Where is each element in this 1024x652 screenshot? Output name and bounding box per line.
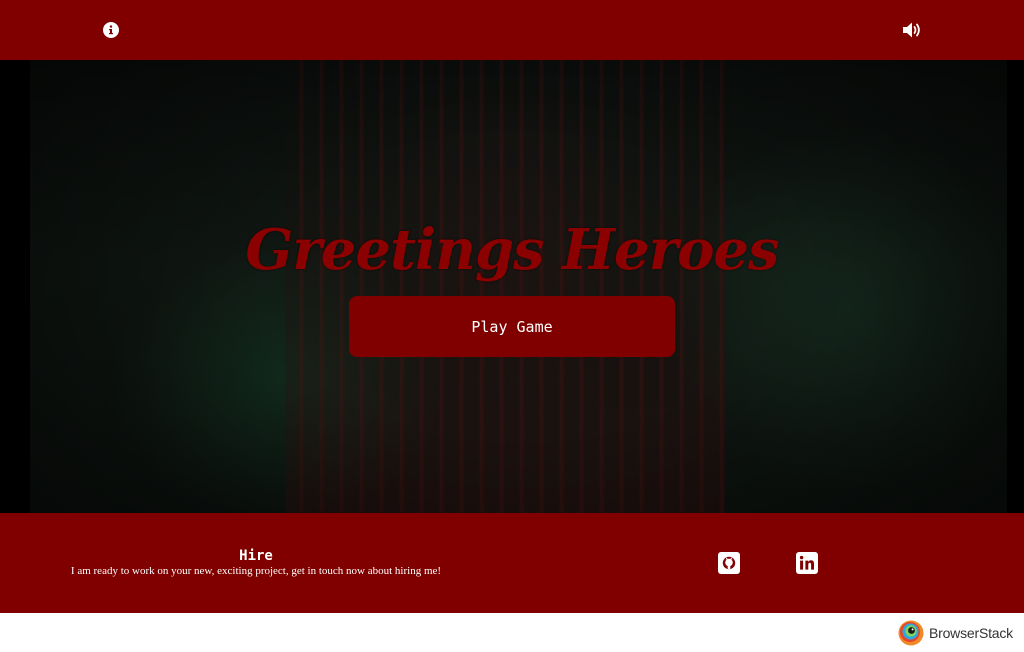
github-icon [718,552,740,574]
info-circle-icon [103,22,119,38]
sound-toggle-button[interactable] [901,19,923,41]
volume-up-icon [903,22,920,38]
github-link[interactable] [718,552,740,574]
play-game-button[interactable]: Play Game [349,296,675,357]
hire-text: I am ready to work on your new, exciting… [70,565,442,577]
browserstack-logo: BrowserStack [898,620,1013,646]
linkedin-link[interactable] [796,552,818,574]
background-image [30,60,1007,513]
footer: Hire I am ready to work on your new, exc… [0,513,1024,613]
browserstack-bar: BrowserStack [0,613,1024,652]
background-vignette [30,60,1007,513]
info-button[interactable] [101,20,121,40]
hero-section: Greetings Heroes Play Game [0,60,1024,513]
page-title: Greetings Heroes [245,217,779,283]
linkedin-icon [796,552,818,574]
browserstack-logo-icon [898,620,924,646]
top-bar [0,0,1024,60]
hire-section: Hire I am ready to work on your new, exc… [0,548,512,578]
browserstack-label: BrowserStack [929,625,1013,641]
hire-title: Hire [239,548,273,564]
